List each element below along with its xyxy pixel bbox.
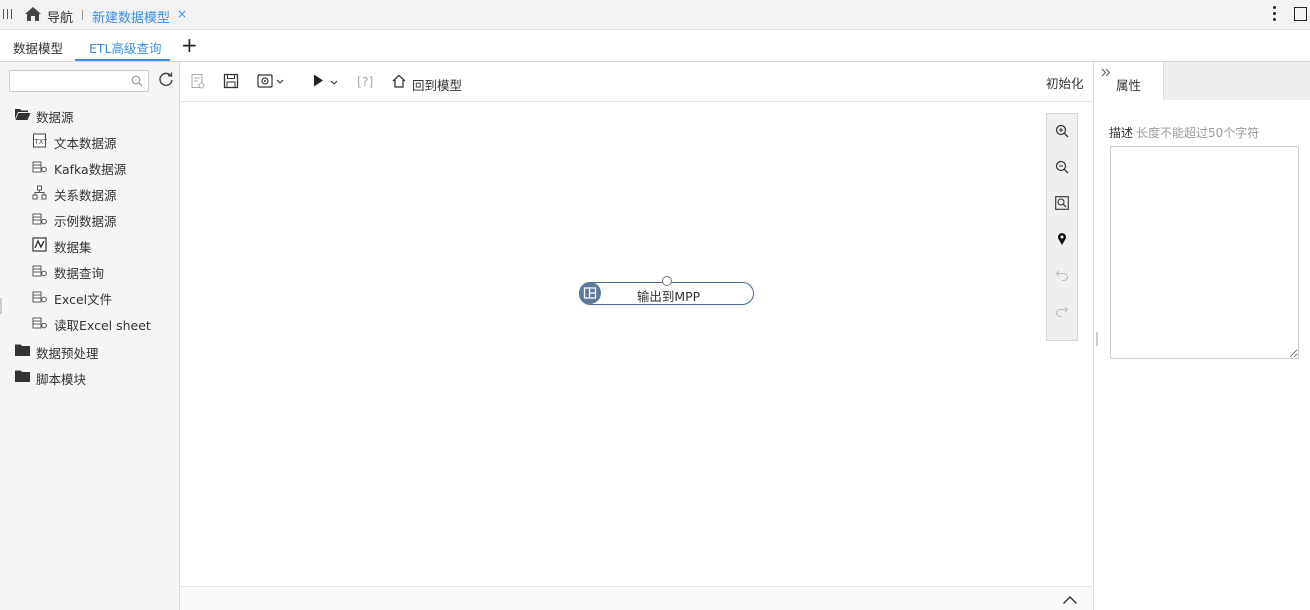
datasource-icon (32, 161, 47, 173)
properties-panel: 属性 描述 长度不能超过50个字符 (1093, 62, 1310, 610)
back-home-icon[interactable] (391, 73, 407, 89)
relation-icon (32, 185, 47, 200)
top-bar: 导航 新建数据模型 × (0, 0, 1310, 30)
datasource-icon (32, 265, 47, 277)
tab-close-icon[interactable]: × (177, 7, 187, 21)
folder-icon (15, 344, 30, 356)
datasource-icon (32, 317, 47, 329)
node-label: 输出到MPP (636, 289, 701, 304)
sub-tabs: 数据模型 ETL高级查询 + (0, 30, 1310, 62)
tab-data-model[interactable]: 数据模型 (13, 38, 63, 57)
redo-icon[interactable] (1055, 304, 1069, 318)
folder-open-icon (15, 109, 31, 120)
zoom-in-icon[interactable] (1055, 124, 1069, 138)
description-hint: 长度不能超过50个字符 (1136, 126, 1260, 140)
undo-icon[interactable] (1055, 268, 1069, 282)
text-file-icon: TXT (33, 133, 48, 148)
initialize-button[interactable]: 初始化 (1046, 73, 1084, 92)
panel-resize-handle[interactable] (1096, 332, 1098, 346)
description-label: 描述 长度不能超过50个字符 (1109, 126, 1260, 140)
chevron-up-icon[interactable] (1062, 595, 1078, 605)
home-icon[interactable] (24, 6, 42, 22)
zoom-out-icon[interactable] (1055, 160, 1069, 174)
settings-dropdown-icon[interactable] (257, 73, 287, 89)
add-tab-button[interactable]: + (181, 35, 198, 55)
flow-node-output-mpp[interactable]: 输出到MPP (579, 276, 754, 305)
datasource-icon (32, 291, 47, 303)
dataset-icon (32, 237, 47, 252)
fit-view-icon[interactable] (1055, 196, 1069, 210)
tab-separator (82, 10, 83, 20)
properties-file-icon[interactable] (190, 73, 206, 90)
search-box (9, 70, 149, 92)
datasource-icon (32, 213, 47, 225)
locate-pin-icon[interactable] (1055, 232, 1069, 246)
nav-label[interactable]: 导航 (47, 7, 73, 26)
tab-new-data-model[interactable]: 新建数据模型 (92, 7, 170, 26)
description-textarea[interactable] (1110, 146, 1299, 359)
canvas-zoom-bar (1046, 113, 1078, 341)
active-tab-indicator (75, 59, 170, 61)
run-dropdown-icon[interactable] (311, 73, 341, 89)
panel-resize-handle[interactable] (0, 298, 2, 314)
search-icon[interactable] (131, 75, 143, 87)
tab-etl-query[interactable]: ETL高级查询 (89, 38, 162, 57)
maximize-icon[interactable] (1294, 7, 1307, 21)
flow-canvas[interactable]: 输出到MPP (180, 102, 1093, 586)
search-input[interactable] (14, 71, 132, 91)
collapse-panel-icon[interactable] (1101, 68, 1111, 78)
svg-text:TXT: TXT (34, 138, 48, 146)
menu-grip-icon[interactable] (3, 9, 12, 19)
save-icon[interactable] (223, 73, 239, 89)
folder-icon (15, 370, 30, 382)
node-input-port[interactable] (662, 276, 672, 286)
help-button[interactable]: [?] (357, 74, 373, 89)
more-vertical-icon[interactable] (1271, 6, 1277, 22)
refresh-icon[interactable] (158, 71, 174, 87)
left-panel: 数据源 TXT 文本数据源 Kafka数据源 关系数据源 示例数据源 数据集 数… (0, 62, 180, 610)
back-to-model-button[interactable]: 回到模型 (412, 75, 462, 94)
bottom-panel-bar (180, 586, 1093, 610)
canvas-toolbar: [?] 回到模型 初始化 (180, 62, 1093, 102)
tab-properties[interactable]: 属性 (1094, 62, 1164, 101)
